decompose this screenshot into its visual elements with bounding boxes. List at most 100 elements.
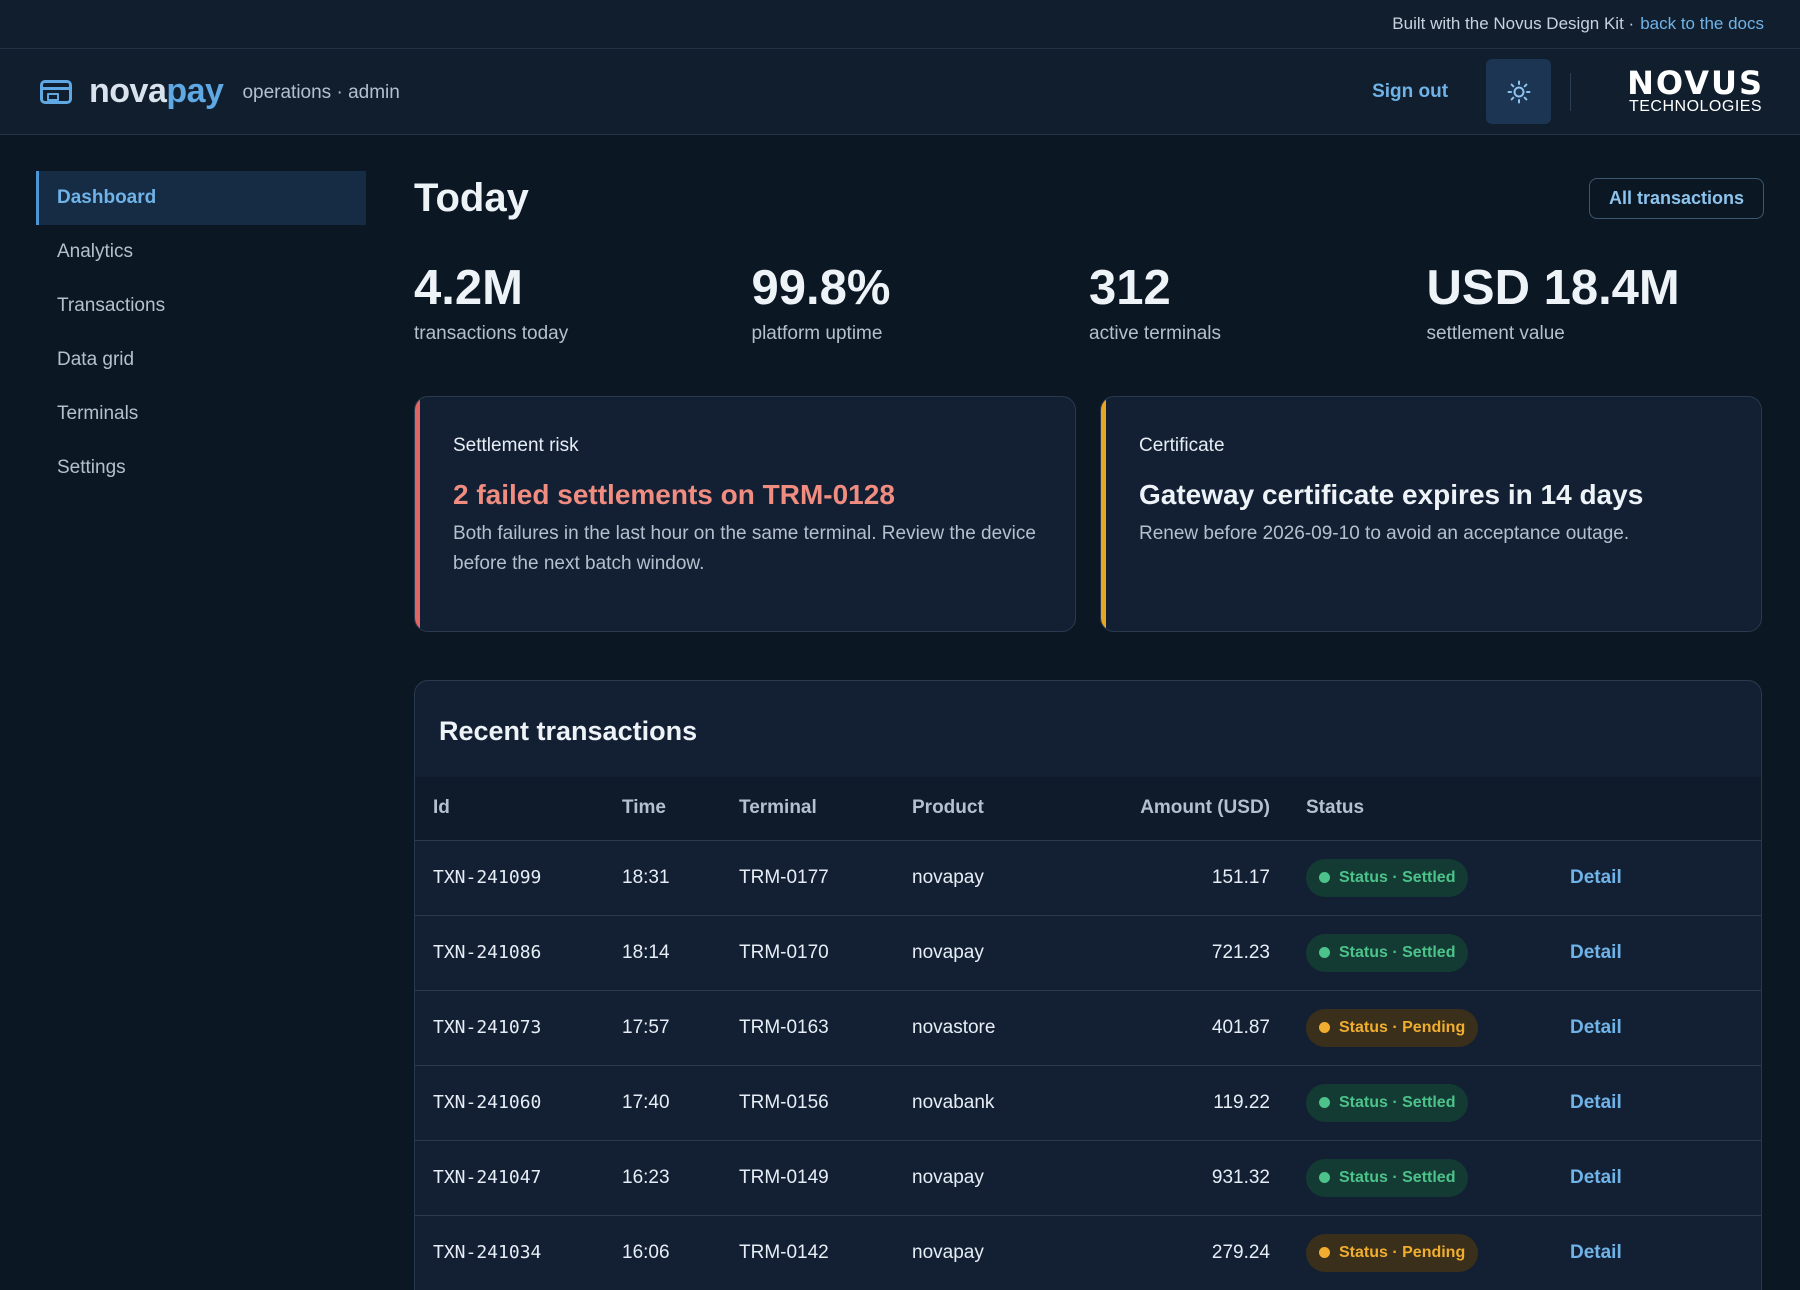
kpi-label: active terminals [1089, 323, 1221, 344]
status-text: Status · Pending [1339, 1243, 1466, 1261]
kpi-card: USD 18.4M settlement value [1427, 259, 1765, 345]
kpi-value: USD 18.4M [1426, 261, 1680, 315]
status-text: Status · Settled [1339, 1093, 1456, 1111]
detail-link[interactable]: Detail [1570, 840, 1761, 915]
all-transactions-button[interactable]: All transactions [1588, 178, 1764, 219]
column-header-product[interactable]: Product [912, 777, 1085, 840]
cell-amount: 279.24 [1211, 1241, 1270, 1263]
status-badge: Status · Pending [1306, 1008, 1479, 1047]
alert-body: Renew before 2026-09-10 to avoid an acce… [1139, 523, 1630, 544]
brand-prefix: nova [89, 72, 167, 110]
logo-main: NOVUS [1627, 63, 1764, 102]
kpi-label: transactions today [414, 323, 569, 344]
cell-status: Status · Pending [1270, 1215, 1570, 1290]
alert-title: 2 failed settlements on TRM-0128 [453, 479, 895, 510]
cell-status: Status · Settled [1270, 1065, 1570, 1140]
status-badge: Status · Settled [1306, 933, 1469, 972]
cell-terminal: TRM-0156 [739, 1091, 829, 1113]
cell-status: Status · Settled [1270, 915, 1570, 990]
alert-title: Gateway certificate expires in 14 days [1139, 479, 1644, 510]
cell-id: TXN-241047 [433, 1167, 542, 1188]
sign-out-button[interactable]: Sign out [1372, 81, 1448, 103]
sidebar-item-analytics[interactable]: Analytics [36, 225, 366, 279]
cell-product: novabank [912, 1091, 995, 1113]
cell-terminal: TRM-0177 [739, 866, 829, 888]
kpi-value: 4.2M [414, 261, 523, 315]
cell-terminal: TRM-0163 [739, 1016, 829, 1038]
status-dot-icon [1319, 1247, 1330, 1259]
column-header-amount[interactable]: Amount (USD) [1085, 777, 1270, 840]
cell-id: TXN-241073 [433, 1017, 542, 1038]
table-row[interactable]: TXN-241086 18:14 TRM-0170 novapay 721.23 Stat… [415, 915, 1761, 990]
cell-product: novapay [912, 1166, 984, 1188]
kpi-label: platform uptime [751, 323, 883, 344]
cell-amount: 721.23 [1211, 941, 1270, 963]
cell-product: novapay [912, 1241, 984, 1263]
cell-amount: 151.17 [1211, 866, 1270, 888]
table-header-row: Id Time Terminal Product Amount (USD) St… [415, 777, 1761, 840]
status-badge: Status · Settled [1306, 858, 1469, 897]
cell-product: novastore [912, 1016, 996, 1038]
column-header-id[interactable]: Id [415, 777, 622, 840]
brand-suffix: pay [166, 72, 224, 110]
certificate-alert: Certificate Gateway certificate expires … [1100, 396, 1762, 632]
table-row[interactable]: TXN-241034 16:06 TRM-0142 novapay 279.24 Stat… [415, 1215, 1761, 1290]
column-header-time[interactable]: Time [622, 777, 739, 840]
sidebar-item-data-grid[interactable]: Data grid [36, 333, 366, 387]
kpi-card: 312 active terminals [1089, 259, 1427, 345]
kpi-value: 99.8% [751, 261, 891, 315]
cell-product: novapay [912, 941, 984, 963]
cell-amount: 931.32 [1211, 1166, 1270, 1188]
brand-name[interactable]: novapay [89, 72, 224, 111]
detail-link[interactable]: Detail [1570, 990, 1761, 1065]
status-text: Status · Settled [1339, 943, 1456, 961]
cell-time: 17:57 [622, 1016, 670, 1038]
cell-status: Status · Settled [1270, 1140, 1570, 1215]
sidebar-item-settings[interactable]: Settings [36, 441, 366, 495]
detail-link[interactable]: Detail [1570, 915, 1761, 990]
banner-text: Built with the Novus Design Kit · [1392, 14, 1635, 33]
status-text: Status · Settled [1339, 1168, 1456, 1186]
cell-id: TXN-241086 [433, 942, 542, 963]
detail-link[interactable]: Detail [1570, 1215, 1761, 1290]
kpi-value: 312 [1089, 261, 1171, 315]
column-header-status[interactable]: Status [1270, 777, 1570, 840]
cell-id: TXN-241060 [433, 1092, 542, 1113]
alert-body: Both failures in the last hour on the sa… [453, 523, 1036, 574]
status-badge: Status · Settled [1306, 1158, 1469, 1197]
column-header-terminal[interactable]: Terminal [739, 777, 912, 840]
company-logo: NOVUS TECHNOLOGIES [1627, 63, 1764, 116]
alert-kicker: Settlement risk [453, 435, 579, 456]
kpi-card: 4.2M transactions today [414, 259, 752, 345]
theme-toggle-button[interactable] [1486, 59, 1552, 124]
sidebar-item-terminals[interactable]: Terminals [36, 387, 366, 441]
status-dot-icon [1319, 1022, 1330, 1033]
cell-time: 18:31 [622, 866, 670, 888]
cell-id: TXN-241034 [433, 1242, 542, 1264]
table-row[interactable]: TXN-241099 18:31 TRM-0177 novapay 151.17 Stat… [415, 840, 1761, 915]
status-badge: Status · Pending [1306, 1233, 1479, 1272]
status-dot-icon [1319, 1097, 1330, 1108]
table-title: Recent transactions [439, 716, 698, 746]
page-title: Today [414, 176, 529, 220]
header-divider [1570, 72, 1572, 111]
sidebar-item-dashboard[interactable]: Dashboard [36, 171, 366, 225]
status-dot-icon [1319, 1172, 1330, 1183]
detail-link[interactable]: Detail [1570, 1065, 1761, 1140]
sun-icon [1507, 80, 1531, 103]
docs-link[interactable]: back to the docs [1640, 14, 1764, 34]
table-row[interactable]: TXN-241047 16:23 TRM-0149 novapay 931.32 Stat… [415, 1140, 1761, 1215]
cell-terminal: TRM-0142 [739, 1241, 829, 1263]
table-row[interactable]: TXN-241060 17:40 TRM-0156 novabank 119.22 Sta… [415, 1065, 1761, 1140]
status-text: Status · Pending [1339, 1018, 1466, 1036]
status-badge: Status · Settled [1306, 1083, 1469, 1122]
table-row[interactable]: TXN-241073 17:57 TRM-0163 novastore 401.87 St… [415, 990, 1761, 1065]
sidebar-item-transactions[interactable]: Transactions [36, 279, 366, 333]
cell-status: Status · Settled [1270, 840, 1570, 915]
cell-amount: 119.22 [1213, 1091, 1270, 1113]
cell-amount: 401.87 [1211, 1016, 1270, 1038]
brand-subtitle: operations · admin [242, 81, 400, 103]
detail-link[interactable]: Detail [1570, 1140, 1761, 1215]
cell-id: TXN-241099 [433, 867, 542, 888]
cell-time: 17:40 [622, 1091, 670, 1113]
